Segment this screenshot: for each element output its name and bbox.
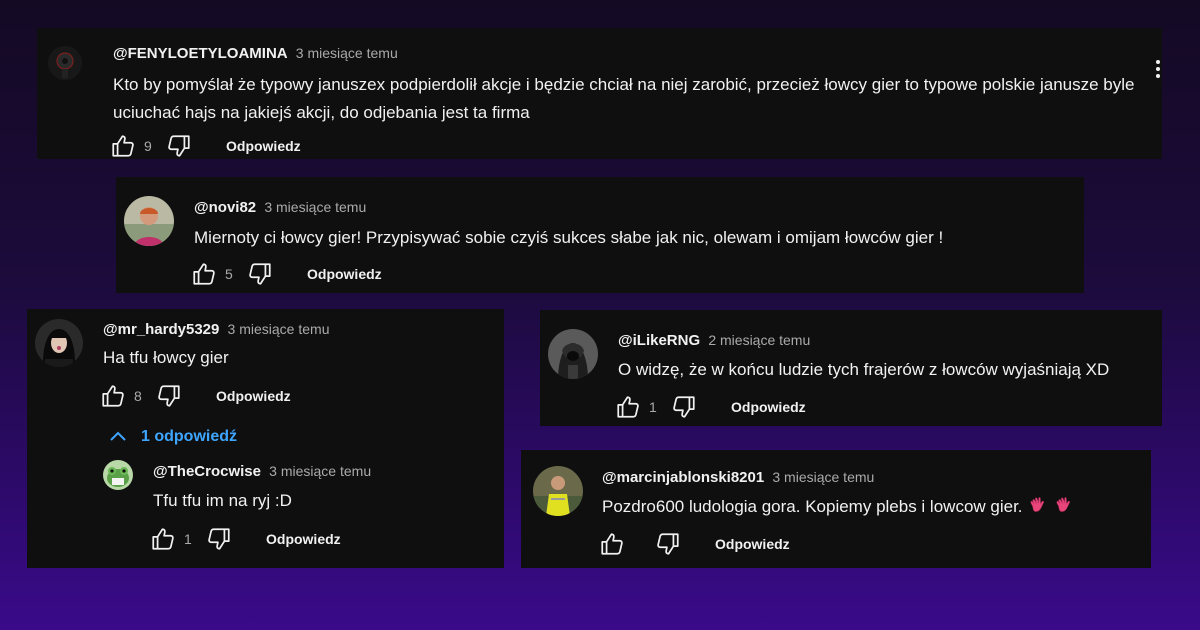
comment-card: @FENYLOETYLOAMINA 3 miesiące temu Kto by… (37, 28, 1162, 159)
comment-text-body: Pozdro600 ludologia gora. Kopiemy plebs … (602, 497, 1023, 516)
timestamp[interactable]: 3 miesiące temu (264, 199, 366, 215)
thumbs-down-icon[interactable] (671, 394, 697, 420)
comment-header: @FENYLOETYLOAMINA 3 miesiące temu (113, 45, 398, 62)
reply-header: @TheCrocwise 3 miesiące temu (153, 463, 371, 480)
comment-text: O widzę, że w końcu ludzie tych frajerów… (618, 360, 1110, 379)
like-count: 9 (144, 138, 152, 154)
reply-button[interactable]: Odpowiedz (216, 388, 291, 404)
comment-actions: 9 Odpowiedz (110, 133, 301, 159)
more-vert-icon[interactable] (1153, 57, 1163, 83)
author-name[interactable]: @mr_hardy5329 (103, 321, 219, 338)
author-name[interactable]: @novi82 (194, 199, 256, 216)
timestamp[interactable]: 3 miesiące temu (296, 45, 398, 61)
waving-hand-emoji (1053, 494, 1075, 516)
comment-text: Kto by pomyślał że typowy januszex podpi… (113, 75, 1135, 122)
chevron-up-icon (110, 431, 126, 441)
reply-button[interactable]: Odpowiedz (731, 399, 806, 415)
thumbs-down-icon[interactable] (655, 531, 681, 557)
reply-timestamp[interactable]: 3 miesiące temu (269, 463, 371, 479)
reply-button[interactable]: Odpowiedz (266, 531, 341, 547)
like-count: 1 (649, 399, 657, 415)
avatar[interactable] (48, 46, 82, 80)
author-name[interactable]: @FENYLOETYLOAMINA (113, 45, 288, 62)
comment-actions: 1 Odpowiedz (615, 394, 806, 420)
thumbs-down-icon[interactable] (166, 133, 192, 159)
thumbs-up-icon[interactable] (150, 526, 176, 552)
timestamp[interactable]: 3 miesiące temu (228, 321, 330, 337)
avatar[interactable] (35, 319, 83, 367)
reply-text: Tfu tfu im na ryj :D (153, 491, 292, 510)
comment-card: @mr_hardy5329 3 miesiące temu Ha tfu łow… (27, 309, 504, 568)
comment-actions: 5 Odpowiedz (191, 261, 382, 287)
replies-toggle[interactable]: 1 odpowiedź (109, 428, 237, 446)
comment-actions: Odpowiedz (599, 531, 790, 557)
comment-header: @novi82 3 miesiące temu (194, 199, 366, 216)
reply-button[interactable]: Odpowiedz (307, 266, 382, 282)
comment-header: @marcinjablonski8201 3 miesiące temu (602, 469, 874, 486)
thumbs-down-icon[interactable] (156, 383, 182, 409)
thumbs-up-icon[interactable] (191, 261, 217, 287)
reply-actions: 1 Odpowiedz (150, 526, 341, 552)
reply-button[interactable]: Odpowiedz (715, 536, 790, 552)
thumbs-up-icon[interactable] (599, 531, 625, 557)
avatar[interactable] (124, 196, 174, 246)
timestamp[interactable]: 2 miesiące temu (708, 332, 810, 348)
comment-actions: 8 Odpowiedz (100, 383, 291, 409)
like-count: 8 (134, 388, 142, 404)
comment-card: @novi82 3 miesiące temu Miernoty ci łowc… (116, 177, 1084, 293)
thumbs-down-icon[interactable] (247, 261, 273, 287)
thumbs-down-icon[interactable] (206, 526, 232, 552)
thumbs-up-icon[interactable] (615, 394, 641, 420)
like-count: 1 (184, 531, 192, 547)
reply-button[interactable]: Odpowiedz (226, 138, 301, 154)
avatar[interactable] (533, 466, 583, 516)
avatar[interactable] (548, 329, 598, 379)
reply-avatar[interactable] (103, 460, 133, 490)
thumbs-up-icon[interactable] (110, 133, 136, 159)
author-name[interactable]: @marcinjablonski8201 (602, 469, 764, 486)
comment-card: @iLikeRNG 2 miesiące temu O widzę, że w … (540, 310, 1162, 426)
waving-hand-emoji (1027, 494, 1049, 516)
like-count: 5 (225, 266, 233, 282)
comment-text: Miernoty ci łowcy gier! Przypisywać sobi… (194, 228, 944, 247)
comment-text: Pozdro600 ludologia gora. Kopiemy plebs … (602, 493, 1142, 521)
reply-author-name[interactable]: @TheCrocwise (153, 463, 261, 480)
timestamp[interactable]: 3 miesiące temu (772, 469, 874, 485)
comment-text: Ha tfu łowcy gier (103, 348, 229, 367)
author-name[interactable]: @iLikeRNG (618, 332, 700, 349)
thumbs-up-icon[interactable] (100, 383, 126, 409)
replies-toggle-label: 1 odpowiedź (141, 428, 237, 445)
comment-header: @mr_hardy5329 3 miesiące temu (103, 321, 329, 338)
comment-card: @marcinjablonski8201 3 miesiące temu Poz… (521, 450, 1151, 568)
comment-header: @iLikeRNG 2 miesiące temu (618, 332, 810, 349)
